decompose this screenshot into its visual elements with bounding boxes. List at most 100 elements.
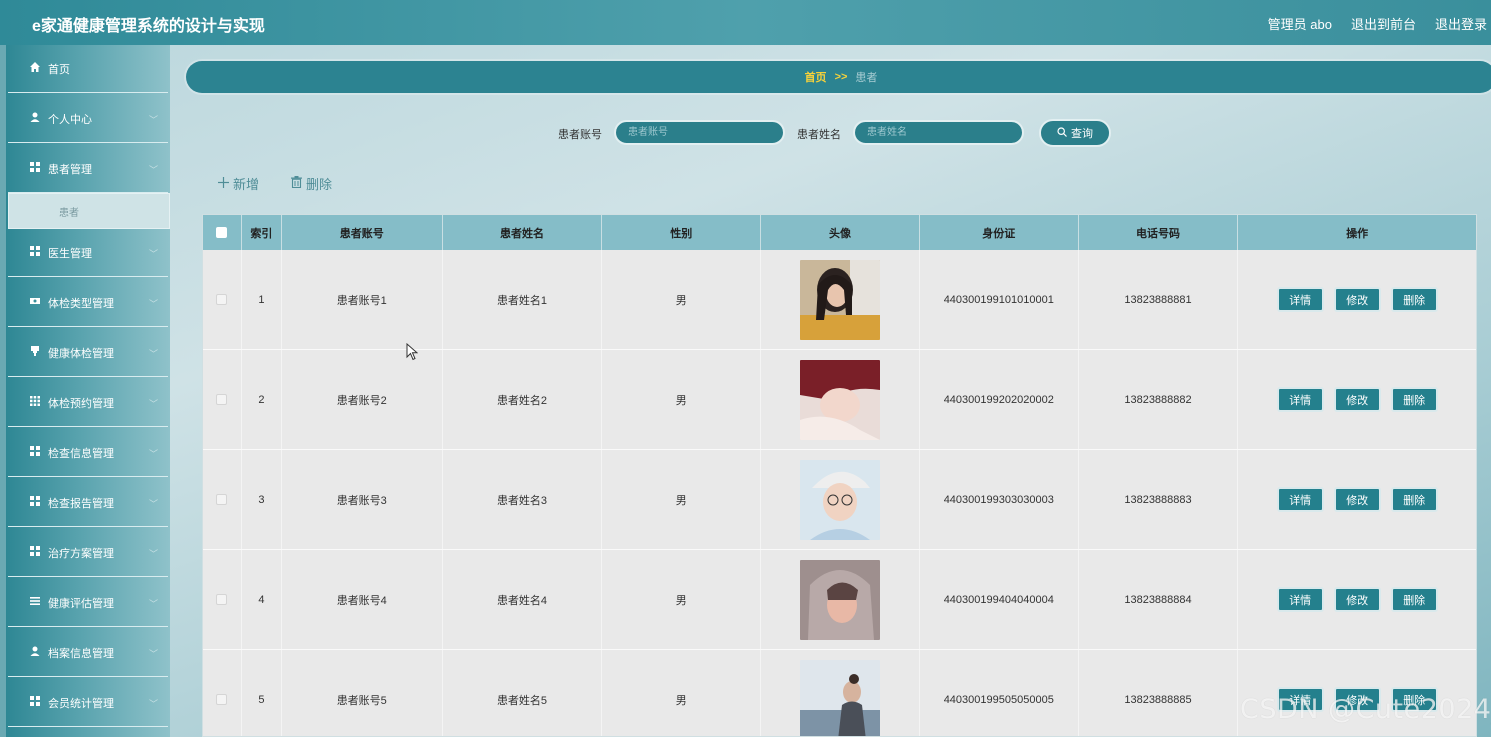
column-header: 患者姓名	[443, 215, 603, 250]
user-icon	[28, 112, 42, 125]
chevron-down-icon: ﹀	[148, 249, 158, 259]
row-checkbox[interactable]	[216, 694, 228, 705]
mouse-pointer-icon	[406, 343, 418, 361]
patient-phone: 13823888884	[1079, 550, 1239, 649]
name-search-label: 患者姓名	[797, 129, 841, 141]
patient-account: 患者账号2	[282, 350, 443, 449]
query-button-label: 查询	[1071, 128, 1093, 140]
column-header: 头像	[761, 215, 920, 250]
query-button[interactable]: 查询	[1039, 119, 1111, 147]
breadcrumb-current: 患者	[855, 72, 878, 84]
sidebar-item-treatment-plan-management[interactable]: 治疗方案管理 ﹀	[8, 529, 168, 577]
delete-button[interactable]: 删除	[1390, 587, 1438, 612]
sidebar-item-label: 首页	[48, 63, 70, 76]
patient-phone: 13823888881	[1079, 250, 1239, 349]
chevron-down-icon: ﹀	[148, 499, 158, 509]
sidebar-item-personal-center[interactable]: 个人中心 ﹀	[8, 95, 168, 143]
patient-phone: 13823888885	[1079, 650, 1239, 736]
patient-avatar	[800, 559, 880, 640]
sidebar-item-home[interactable]: 首页	[8, 45, 168, 93]
chevron-down-icon: ﹀	[148, 649, 158, 659]
sidebar-item-archive-info-management[interactable]: 档案信息管理 ﹀	[8, 629, 168, 677]
row-index: 2	[242, 350, 282, 449]
breadcrumb: 首页 >> 患者	[186, 61, 1491, 93]
sidebar-item-label: 医生管理	[48, 247, 92, 260]
top-links: 管理员 abo 退出到前台 退出登录	[1268, 14, 1487, 33]
table-row: 1 患者账号1 患者姓名1 男 440300199101010001 13823…	[203, 250, 1476, 350]
sidebar-item-label: 会员统计管理	[48, 697, 114, 710]
sidebar: 首页 个人中心 ﹀ 患者管理 ﹀ 患者 医生管理 ﹀ 体检类型管理 ﹀ 健康体检…	[0, 45, 170, 737]
watermark: CSDN @Cute2024_	[1240, 694, 1491, 725]
chevron-down-icon: ﹀	[148, 449, 158, 459]
chevron-down-icon: ﹀	[148, 699, 158, 709]
patient-id-card: 440300199404040004	[920, 550, 1079, 649]
name-search-input[interactable]	[853, 120, 1024, 145]
sidebar-item-label: 健康体检管理	[48, 347, 114, 360]
user-prefix: 管理员	[1267, 17, 1307, 32]
plus-icon	[218, 176, 229, 191]
column-header: 索引	[242, 215, 282, 250]
breadcrumb-separator: >>	[834, 71, 848, 83]
patient-account: 患者账号5	[282, 650, 443, 736]
patient-gender: 男	[602, 450, 762, 549]
grid-icon	[28, 696, 42, 709]
row-checkbox[interactable]	[216, 494, 228, 505]
row-checkbox[interactable]	[216, 294, 228, 305]
username: abo	[1310, 17, 1332, 32]
account-search-input[interactable]	[614, 120, 785, 145]
sidebar-subitem-patient[interactable]: 患者	[8, 193, 170, 229]
sidebar-item-label: 患者管理	[48, 163, 92, 176]
patient-id-card: 440300199505050005	[920, 650, 1079, 736]
sidebar-item-patient-management[interactable]: 患者管理 ﹀	[8, 145, 168, 193]
edit-button[interactable]: 修改	[1333, 287, 1381, 312]
column-header: 性别	[602, 215, 762, 250]
patient-name: 患者姓名3	[443, 450, 603, 549]
detail-button[interactable]: 详情	[1276, 387, 1324, 412]
edit-button[interactable]: 修改	[1333, 387, 1381, 412]
patient-gender: 男	[602, 650, 762, 736]
detail-button[interactable]: 详情	[1276, 587, 1324, 612]
row-index: 4	[242, 550, 282, 649]
delete-button[interactable]: 删除	[1390, 487, 1438, 512]
chevron-down-icon: ﹀	[148, 549, 158, 559]
sidebar-item-member-statistics-management[interactable]: 会员统计管理 ﹀	[8, 679, 168, 727]
logout-link[interactable]: 退出登录	[1435, 14, 1487, 33]
user-icon	[28, 646, 42, 659]
sidebar-item-inspection-report-management[interactable]: 检查报告管理 ﹀	[8, 479, 168, 527]
patient-avatar	[800, 259, 880, 340]
ticket-icon	[28, 296, 42, 309]
sidebar-item-health-assessment-management[interactable]: 健康评估管理 ﹀	[8, 579, 168, 627]
patient-account: 患者账号4	[282, 550, 443, 649]
edit-button[interactable]: 修改	[1333, 587, 1381, 612]
delete-button[interactable]: 删除	[1390, 387, 1438, 412]
chevron-down-icon: ﹀	[148, 349, 158, 359]
sidebar-item-label: 检查报告管理	[48, 497, 114, 510]
row-checkbox[interactable]	[216, 594, 228, 605]
patient-avatar	[800, 359, 880, 440]
chevron-down-icon: ﹀	[148, 299, 158, 309]
delete-button[interactable]: 删除	[1390, 287, 1438, 312]
sidebar-item-exam-type-management[interactable]: 体检类型管理 ﹀	[8, 279, 168, 327]
breadcrumb-home[interactable]: 首页	[805, 69, 827, 85]
sidebar-item-inspection-info-management[interactable]: 检查信息管理 ﹀	[8, 429, 168, 477]
sidebar-item-health-exam-management[interactable]: 健康体检管理 ﹀	[8, 329, 168, 377]
chevron-down-icon: ﹀	[148, 599, 158, 609]
select-all-checkbox[interactable]	[216, 227, 228, 238]
sidebar-item-label: 治疗方案管理	[48, 547, 114, 560]
detail-button[interactable]: 详情	[1276, 287, 1324, 312]
sidebar-item-doctor-management[interactable]: 医生管理 ﹀	[8, 229, 168, 277]
account-search-label: 患者账号	[558, 129, 602, 141]
detail-button[interactable]: 详情	[1276, 487, 1324, 512]
back-to-front-link[interactable]: 退出到前台	[1351, 14, 1416, 33]
grid-icon	[28, 162, 42, 175]
sidebar-item-exam-appointment-management[interactable]: 体检预约管理 ﹀	[8, 379, 168, 427]
apps-icon	[28, 396, 42, 409]
grid-icon	[28, 446, 42, 459]
batch-delete-button[interactable]: 删除	[291, 174, 332, 193]
column-header: 身份证	[920, 215, 1079, 250]
edit-button[interactable]: 修改	[1333, 487, 1381, 512]
patient-account: 患者账号3	[282, 450, 443, 549]
row-checkbox[interactable]	[216, 394, 228, 405]
table-header: 索引 患者账号 患者姓名 性别 头像 身份证 电话号码 操作	[203, 215, 1476, 250]
add-button[interactable]: 新增	[218, 174, 259, 193]
